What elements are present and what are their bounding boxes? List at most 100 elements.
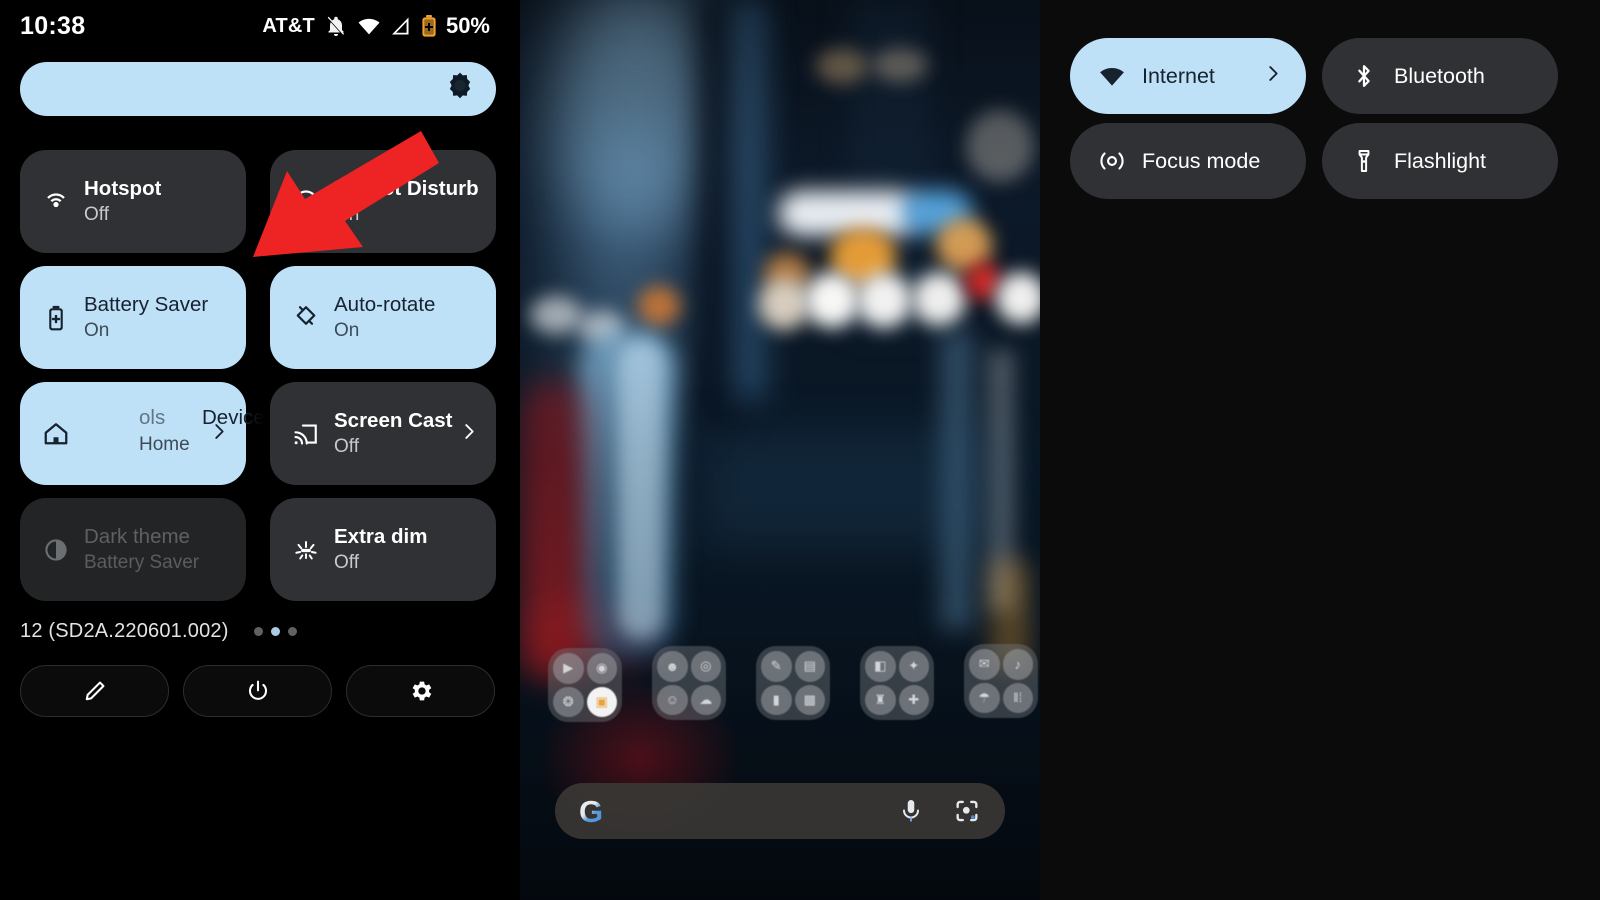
shade-tile-label: Focus mode — [1142, 148, 1261, 173]
do-not-disturb-icon — [288, 187, 324, 217]
microphone-icon[interactable] — [897, 797, 925, 825]
discord-icon: ☻ — [657, 651, 688, 682]
app-folder[interactable]: ☻ ◎ ☺ ☁ — [652, 646, 726, 720]
page-dot-active[interactable] — [270, 626, 280, 636]
shade-quick-tiles-row-2: Focus mode Flashlight — [1070, 123, 1558, 199]
quick-settings-footer — [20, 665, 496, 717]
tile-label: Screen Cast — [334, 408, 453, 432]
tile-hotspot[interactable]: Hotspot Off — [20, 150, 246, 253]
play-store-icon: ▶ — [553, 653, 584, 684]
wallpaper — [520, 0, 1040, 900]
tile-label: Hotspot — [84, 176, 162, 200]
app-icon: ▩ — [794, 684, 825, 715]
tile-state: Off — [84, 203, 109, 225]
shade-tile-flashlight[interactable]: Flashlight — [1322, 123, 1558, 199]
chevron-right-icon[interactable] — [1262, 63, 1284, 90]
tile-state: Off — [334, 551, 359, 573]
shade-tile-label: Bluetooth — [1394, 63, 1485, 88]
home-icon — [38, 419, 74, 449]
tile-do-not-disturb[interactable]: Do Not Disturb On — [270, 150, 496, 253]
app-folder[interactable]: ◧ ✦ ♜ ✚ — [860, 646, 934, 720]
tile-extra-dim[interactable]: Extra dim Off — [270, 498, 496, 601]
app-icon: ▤ — [794, 651, 825, 682]
reddit-icon: ☺ — [657, 684, 688, 715]
settings-gear-icon — [412, 681, 431, 701]
focus-mode-icon — [1096, 147, 1128, 175]
tile-state: Home — [139, 433, 190, 455]
screen-cast-icon — [288, 419, 324, 449]
google-search-bar[interactable]: G — [555, 783, 1005, 839]
app-icon: ✦ — [898, 651, 929, 682]
shade-quick-tiles-row-1: Internet Bluetooth — [1070, 38, 1558, 114]
carrier-label: AT&T — [262, 14, 315, 37]
bluetooth-icon — [1348, 62, 1380, 90]
battery-saver-icon — [38, 304, 74, 332]
shade-tile-bluetooth[interactable]: Bluetooth — [1322, 38, 1558, 114]
notification-shade-panel: Internet Bluetooth Focus mode Flashlight — [1040, 0, 1600, 900]
cellular-signal-icon — [391, 17, 409, 35]
build-number: 12 (SD2A.220601.002) — [20, 619, 229, 642]
tile-label: Auto-rotate — [334, 292, 436, 316]
app-icon: ◧ — [865, 651, 896, 682]
tile-row-3: ols Device Home Screen Cast Off — [20, 382, 496, 485]
notifications-off-icon — [326, 16, 344, 36]
app-icon: ✎ — [761, 651, 792, 682]
tile-state: Battery Saver — [84, 551, 200, 573]
page-dot[interactable] — [287, 626, 297, 636]
screenshot-root: 10:38 AT&T 50% Hotspot Off Do Not Distur… — [0, 0, 1600, 900]
battery-percentage: 50% — [445, 13, 490, 38]
chevron-right-icon[interactable] — [208, 420, 230, 447]
app-icon: ✚ — [898, 684, 929, 715]
shade-tile-focus-mode[interactable]: Focus mode — [1070, 123, 1306, 199]
shade-tile-label: Internet — [1142, 63, 1215, 88]
tile-auto-rotate[interactable]: Auto-rotate On — [270, 266, 496, 369]
home-screen-folders: ▶ ◉ ❂ ▣ ☻ ◎ ☺ ☁ ✎ ▤ ▮ ▩ ◧ ✦ ♜ ✚ ✉ ♪ ☂ ‖⁞ — [548, 644, 1038, 724]
tile-label: Dark theme — [84, 524, 190, 548]
google-lens-icon[interactable] — [953, 797, 981, 825]
tile-state: Off — [334, 435, 359, 457]
tile-state: On — [84, 319, 110, 341]
tile-label-outgoing: ols — [139, 405, 166, 429]
gallery-icon: ▣ — [586, 686, 617, 717]
extra-dim-icon — [288, 535, 324, 565]
app-icon: ‖⁞ — [1002, 682, 1033, 713]
app-icon: ♜ — [865, 684, 896, 715]
auto-rotate-icon — [288, 303, 324, 333]
tile-row-4: Dark theme Battery Saver Extra dim Off — [20, 498, 496, 601]
edit-tiles-button[interactable] — [20, 665, 169, 717]
settings-button[interactable] — [346, 665, 495, 717]
tile-battery-saver[interactable]: Battery Saver On — [20, 266, 246, 369]
tile-screen-cast[interactable]: Screen Cast Off — [270, 382, 496, 485]
brightness-slider[interactable] — [20, 62, 496, 116]
brightness-icon — [444, 71, 476, 108]
shade-tile-internet[interactable]: Internet — [1070, 38, 1306, 114]
wifi-icon — [358, 18, 380, 35]
app-folder[interactable]: ▶ ◉ ❂ ▣ — [548, 648, 622, 722]
photos-icon: ❂ — [553, 686, 584, 717]
page-indicator[interactable] — [253, 626, 297, 636]
chrome-icon: ◉ — [586, 653, 617, 684]
app-folder[interactable]: ✎ ▤ ▮ ▩ — [756, 646, 830, 720]
chevron-right-icon[interactable] — [458, 420, 480, 447]
page-dot[interactable] — [253, 626, 263, 636]
home-screen-panel: ▶ ◉ ❂ ▣ ☻ ◎ ☺ ☁ ✎ ▤ ▮ ▩ ◧ ✦ ♜ ✚ ✉ ♪ ☂ ‖⁞ — [520, 0, 1040, 900]
instagram-icon: ◎ — [690, 651, 721, 682]
app-folder[interactable]: ✉ ♪ ☂ ‖⁞ — [964, 644, 1038, 718]
power-button[interactable] — [183, 665, 332, 717]
tile-device-controls[interactable]: ols Device Home — [20, 382, 265, 485]
build-info-row: 12 (SD2A.220601.002) — [20, 616, 496, 646]
hotspot-icon — [38, 187, 74, 217]
app-icon: ☂ — [969, 682, 1000, 713]
app-icon: ♪ — [1002, 649, 1033, 680]
quick-settings-panel: 10:38 AT&T 50% Hotspot Off Do Not Distur… — [0, 0, 520, 900]
status-bar: 10:38 AT&T 50% — [0, 8, 520, 44]
quick-settings-tiles: Hotspot Off Do Not Disturb On Battery Sa… — [20, 150, 496, 614]
wallpaper-scrim — [520, 0, 1040, 900]
shade-tile-label: Flashlight — [1394, 148, 1487, 173]
edit-pencil-icon — [85, 681, 104, 701]
tile-state: On — [334, 203, 360, 225]
status-bar-clock: 10:38 — [20, 12, 86, 40]
tile-label: Battery Saver — [84, 292, 209, 316]
tile-dark-theme[interactable]: Dark theme Battery Saver — [20, 498, 246, 601]
app-icon: ✉ — [969, 649, 1000, 680]
